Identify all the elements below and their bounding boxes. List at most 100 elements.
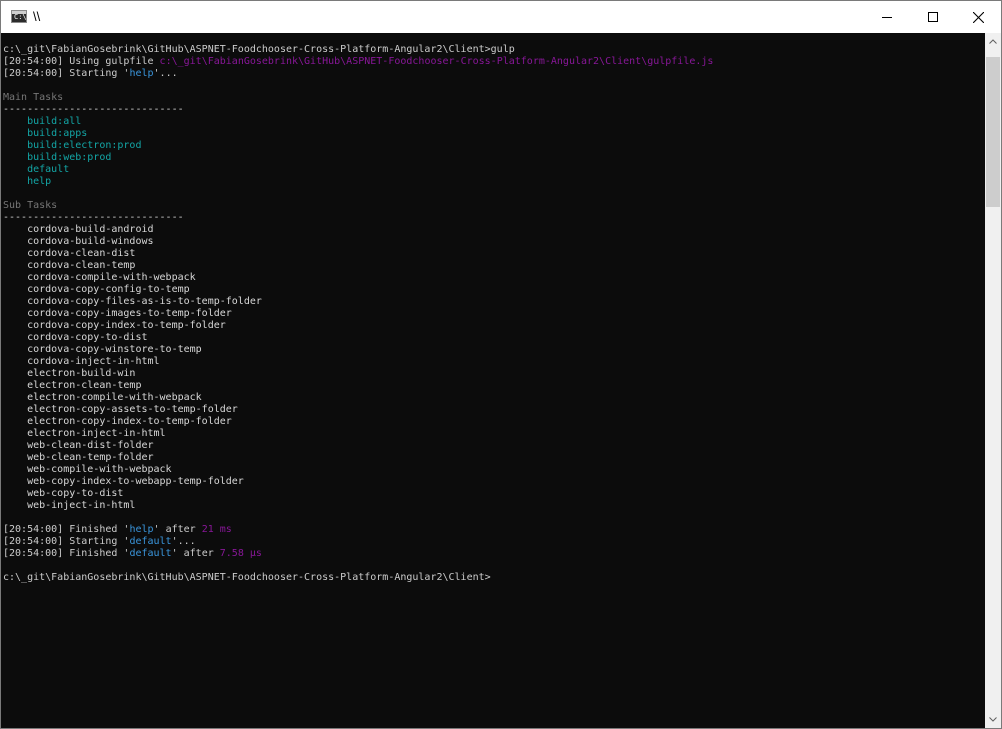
console-text-segment: c:\_git\FabianGosebrink\GitHub\ASPNET-Fo… [159, 56, 714, 67]
console-text-segment: build:web:prod [3, 152, 112, 163]
maximize-button[interactable] [910, 1, 956, 33]
console-text-segment: help [3, 176, 52, 187]
console-line: web-clean-temp-folder [3, 452, 713, 464]
console-line: cordova-compile-with-webpack [3, 272, 713, 284]
console-line: ------------------------------ [3, 212, 713, 224]
console-line: ------------------------------ [3, 104, 713, 116]
console-text-segment: web-copy-index-to-webapp-temp-folder [3, 476, 244, 487]
console-text-segment: [20:54:00] Starting ' [3, 68, 130, 79]
console-text-segment: ' after [171, 548, 220, 559]
console-text-segment: cordova-copy-config-to-temp [3, 284, 190, 295]
console-text-segment: web-compile-with-webpack [3, 464, 172, 475]
console-line: cordova-copy-index-to-temp-folder [3, 320, 713, 332]
console-text-segment: build:apps [3, 128, 88, 139]
console-line: electron-copy-assets-to-temp-folder [3, 404, 713, 416]
minimize-button[interactable] [864, 1, 910, 33]
console-line: [20:54:00] Starting 'default'... [3, 536, 713, 548]
console-line: [20:54:00] Starting 'help'... [3, 68, 713, 80]
console-text-segment: electron-compile-with-webpack [3, 392, 202, 403]
vertical-scrollbar[interactable] [985, 33, 1001, 728]
console-line: c:\_git\FabianGosebrink\GitHub\ASPNET-Fo… [3, 44, 713, 56]
console-text-segment: cordova-copy-files-as-is-to-temp-folder [3, 296, 262, 307]
console-line: cordova-copy-files-as-is-to-temp-folder [3, 296, 713, 308]
console-line: Sub Tasks [3, 200, 713, 212]
console-text-segment: electron-copy-index-to-temp-folder [3, 416, 232, 427]
console-text-segment: cordova-compile-with-webpack [3, 272, 196, 283]
scrollbar-thumb[interactable] [986, 57, 1000, 207]
console-text-segment: 7.58 μs [219, 548, 262, 559]
scroll-up-arrow-icon [989, 39, 997, 44]
console-line: cordova-clean-dist [3, 248, 713, 260]
scroll-down-button[interactable] [985, 711, 1001, 728]
console-output[interactable]: c:\_git\FabianGosebrink\GitHub\ASPNET-Fo… [1, 33, 985, 728]
console-text-segment: electron-copy-assets-to-temp-folder [3, 404, 238, 415]
console-line: electron-clean-temp [3, 380, 713, 392]
console-line: [20:54:00] Finished 'help' after 21 ms [3, 524, 713, 536]
console-window: C:\ \\ c:\_git\FabianGosebrink\GitHub\AS… [0, 0, 1002, 729]
console-line: web-inject-in-html [3, 500, 713, 512]
console-text-segment: build:all [3, 116, 82, 127]
console-line: web-copy-index-to-webapp-temp-folder [3, 476, 713, 488]
console-text-segment: default [129, 548, 172, 559]
console-line: cordova-inject-in-html [3, 356, 713, 368]
console-text-segment: help [129, 68, 154, 79]
console-text-segment: cordova-copy-winstore-to-temp [3, 344, 202, 355]
console-line: cordova-copy-winstore-to-temp [3, 344, 713, 356]
console-text-segment: help [129, 524, 154, 535]
console-line: build:apps [3, 128, 713, 140]
console-text-segment: web-clean-dist-folder [3, 440, 154, 451]
console-line: electron-compile-with-webpack [3, 392, 713, 404]
console-line: Main Tasks [3, 92, 713, 104]
console-text-segment: [20:54:00] Finished ' [3, 524, 130, 535]
console-line: web-clean-dist-folder [3, 440, 713, 452]
console-line: cordova-copy-to-dist [3, 332, 713, 344]
console-line: web-compile-with-webpack [3, 464, 713, 476]
console-text-segment: Sub Tasks [3, 200, 58, 211]
minimize-icon [882, 17, 892, 18]
console-line: [20:54:00] Finished 'default' after 7.58… [3, 548, 713, 560]
window-title: \\ [33, 9, 41, 24]
console-text-segment: cordova-inject-in-html [3, 356, 160, 367]
console-text-segment: cordova-build-android [3, 224, 154, 235]
console-line: electron-copy-index-to-temp-folder [3, 416, 713, 428]
console-text-segment: c:\_git\FabianGosebrink\GitHub\ASPNET-Fo… [3, 572, 491, 583]
console-text-segment: Main Tasks [3, 92, 64, 103]
console-text-segment: cordova-build-windows [3, 236, 154, 247]
console-text-segment: '... [153, 68, 178, 79]
console-line: web-copy-to-dist [3, 488, 713, 500]
console-text-segment: web-inject-in-html [3, 500, 136, 511]
console-text-segment: electron-clean-temp [3, 380, 142, 391]
close-button[interactable] [955, 1, 1001, 33]
console-text-segment: ------------------------------ [3, 104, 184, 115]
console-text-segment: default [129, 536, 172, 547]
console-line: build:web:prod [3, 152, 713, 164]
console-line: cordova-clean-temp [3, 260, 713, 272]
cmd-console-icon[interactable]: C:\ [11, 10, 27, 23]
console-text-segment: [20:54:00] Using gulpfile [3, 56, 160, 67]
console-line: c:\_git\FabianGosebrink\GitHub\ASPNET-Fo… [3, 572, 713, 584]
console-text-segment: [20:54:00] Starting ' [3, 536, 130, 547]
console-text-segment: web-clean-temp-folder [3, 452, 154, 463]
console-lines: c:\_git\FabianGosebrink\GitHub\ASPNET-Fo… [3, 44, 713, 584]
console-line: cordova-copy-config-to-temp [3, 284, 713, 296]
console-line: cordova-build-android [3, 224, 713, 236]
console-line: cordova-build-windows [3, 236, 713, 248]
console-text-segment: cordova-clean-temp [3, 260, 136, 271]
console-line: [20:54:00] Using gulpfile c:\_git\Fabian… [3, 56, 713, 68]
console-line: build:all [3, 116, 713, 128]
console-text-segment: [20:54:00] Finished ' [3, 548, 130, 559]
console-text-segment: '... [171, 536, 196, 547]
console-text-segment: cordova-copy-index-to-temp-folder [3, 320, 226, 331]
title-bar[interactable]: C:\ \\ [1, 1, 1001, 33]
console-text-segment: web-copy-to-dist [3, 488, 124, 499]
scroll-up-button[interactable] [985, 33, 1001, 50]
console-line: electron-build-win [3, 368, 713, 380]
console-text-segment: cordova-clean-dist [3, 248, 136, 259]
close-icon [972, 11, 984, 23]
scroll-down-arrow-icon [989, 717, 997, 722]
maximize-icon [928, 12, 938, 22]
cmd-icon-glyph: C:\ [14, 13, 27, 21]
console-text-segment: default [3, 164, 70, 175]
